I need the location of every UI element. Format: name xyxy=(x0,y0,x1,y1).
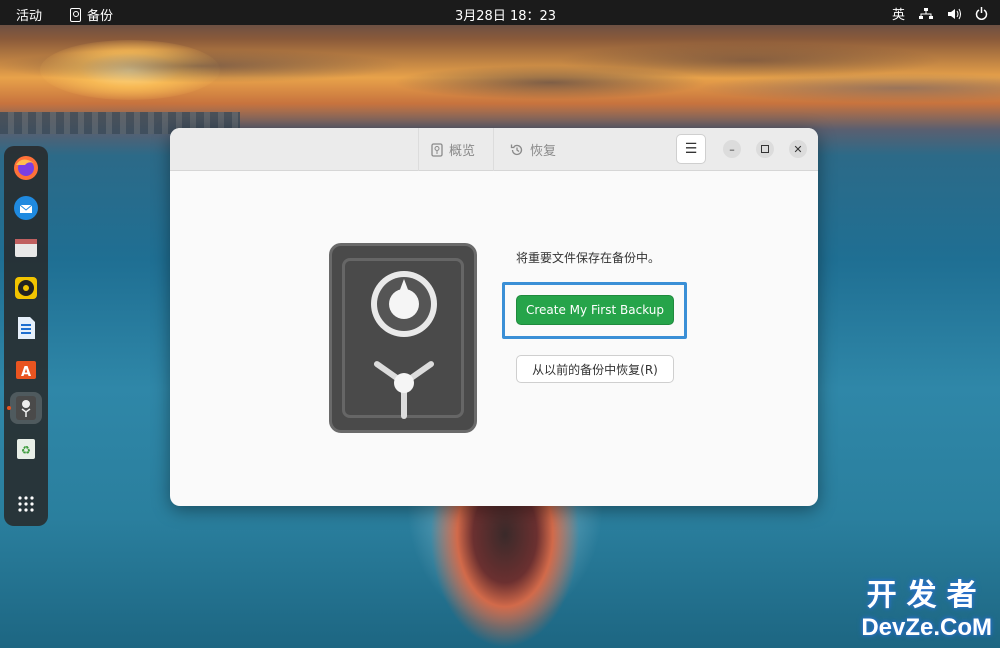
tab-restore[interactable]: 恢复 xyxy=(510,128,556,171)
top-bar: 活动 备份 3月28日 18：23 英 xyxy=(0,0,1000,25)
power-icon[interactable] xyxy=(975,7,988,20)
watermark-line1: 开发者 xyxy=(866,579,987,612)
volume-icon[interactable] xyxy=(947,8,961,20)
restore-from-backup-button[interactable]: 从以前的备份中恢复(R) xyxy=(516,355,674,383)
minimize-button[interactable]: – xyxy=(723,140,741,158)
files-icon[interactable] xyxy=(10,232,42,264)
header-bar: 概览 恢复 ☰ – ✕ xyxy=(170,128,818,171)
app-name: 备份 xyxy=(87,9,114,24)
firefox-icon[interactable] xyxy=(10,152,42,184)
safe-illustration xyxy=(329,243,477,433)
system-tray[interactable]: 英 xyxy=(892,4,988,23)
main-menu-button[interactable]: ☰ xyxy=(676,134,706,164)
history-icon xyxy=(510,144,523,155)
thunderbird-icon[interactable] xyxy=(10,192,42,224)
svg-text:A: A xyxy=(21,365,31,380)
trash-icon[interactable]: ♻ xyxy=(10,432,42,464)
writer-icon[interactable] xyxy=(10,312,42,344)
app-menu[interactable]: 备份 xyxy=(70,5,113,24)
watermark: 开发者 DevZe.CoM xyxy=(861,570,992,642)
activities-button[interactable]: 活动 xyxy=(16,5,42,24)
create-first-backup-button[interactable]: Create My First Backup xyxy=(516,295,674,325)
tab-overview[interactable]: 概览 xyxy=(418,128,494,171)
welcome-description: 将重要文件保存在备份中。 xyxy=(516,251,661,265)
clock[interactable]: 3月28日 18：23 xyxy=(455,5,556,24)
safe-handle-hub xyxy=(394,373,414,393)
tab-label: 恢复 xyxy=(530,144,557,159)
close-button[interactable]: ✕ xyxy=(789,140,807,158)
close-icon: ✕ xyxy=(793,142,803,156)
backup-window: 概览 恢复 ☰ – ✕ 将重要文件保存在备份中。 Create My First… xyxy=(170,128,818,506)
show-apps-icon[interactable] xyxy=(10,488,42,520)
safe-door xyxy=(342,258,464,419)
safe-icon xyxy=(431,142,443,157)
backup-app-icon xyxy=(70,7,81,22)
safe-dial xyxy=(371,271,437,337)
svg-text:♻: ♻ xyxy=(21,444,31,457)
input-method-indicator[interactable]: 英 xyxy=(892,4,905,23)
backup-icon[interactable] xyxy=(7,392,42,424)
hamburger-icon: ☰ xyxy=(684,141,698,157)
dock: A ♻ xyxy=(4,146,48,526)
watermark-line2: DevZe.CoM xyxy=(861,614,992,641)
wallpaper-ship xyxy=(430,506,580,648)
maximize-icon xyxy=(761,145,769,153)
minimize-icon: – xyxy=(729,142,735,156)
maximize-button[interactable] xyxy=(756,140,774,158)
tab-label: 概览 xyxy=(449,144,476,159)
running-indicator xyxy=(7,406,11,410)
network-icon[interactable] xyxy=(919,7,933,20)
app-center-icon[interactable]: A xyxy=(10,352,42,384)
rhythmbox-icon[interactable] xyxy=(10,272,42,304)
